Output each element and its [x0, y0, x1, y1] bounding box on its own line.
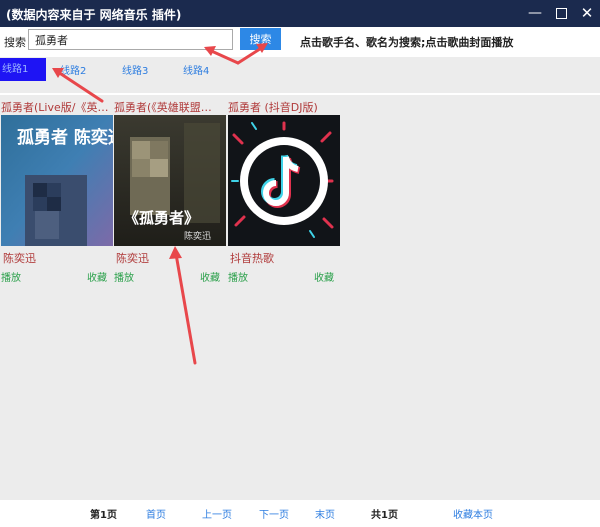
search-input[interactable]: [28, 29, 233, 50]
favorite-link[interactable]: 收藏: [200, 269, 220, 284]
song-artist[interactable]: 抖音热歌: [230, 250, 274, 266]
maximize-icon[interactable]: [550, 4, 572, 22]
album-cover-icon[interactable]: 孤勇者 陈奕迅: [1, 115, 113, 246]
tiktok-icon[interactable]: [228, 115, 340, 246]
total-pages: 共1页: [371, 510, 398, 521]
minimize-icon[interactable]: —: [524, 4, 546, 22]
play-link[interactable]: 播放: [228, 269, 248, 284]
song-title[interactable]: 孤勇者 (抖音DJ版): [228, 99, 340, 115]
last-page-link[interactable]: 末页: [315, 506, 335, 521]
divider: [0, 93, 600, 95]
search-bar: 搜索 搜索 点击歌手名、歌名为搜索;点击歌曲封面播放: [0, 27, 600, 57]
close-icon[interactable]: ✕: [576, 4, 598, 22]
tab-route-4[interactable]: 线路4: [183, 62, 209, 77]
play-link[interactable]: 播放: [1, 269, 21, 284]
search-label: 搜索: [4, 36, 26, 49]
arrow-to-cover: [174, 252, 197, 365]
current-page: 第1页: [90, 510, 117, 521]
tab-route-1[interactable]: 线路1: [0, 58, 47, 81]
tab-route-3[interactable]: 线路3: [122, 62, 148, 77]
search-hint: 点击歌手名、歌名为搜索;点击歌曲封面播放: [300, 36, 514, 49]
pager: 第1页 首页 上一页 下一页 末页 共1页 收藏本页: [0, 500, 600, 527]
song-artist[interactable]: 陈奕迅: [116, 250, 149, 266]
cover-text: 《孤勇者》: [124, 209, 199, 227]
route-tabs: 线路1 线路2 线路3 线路4: [0, 57, 600, 82]
arrow-head: [169, 246, 182, 259]
first-page-link[interactable]: 首页: [146, 506, 166, 521]
save-page-link[interactable]: 收藏本页: [453, 506, 493, 521]
favorite-link[interactable]: 收藏: [314, 269, 334, 284]
cover-text: 孤勇者 陈奕迅: [17, 127, 113, 148]
window-title: (数据内容来自于 网络音乐 插件): [6, 8, 182, 22]
song-title[interactable]: 孤勇者(Live版/《英…: [1, 99, 113, 115]
tab-route-2[interactable]: 线路2: [60, 62, 86, 77]
search-button[interactable]: 搜索: [240, 28, 281, 50]
song-artist[interactable]: 陈奕迅: [3, 250, 36, 266]
prev-page-link[interactable]: 上一页: [202, 506, 232, 521]
album-cover-icon[interactable]: 《孤勇者》 陈奕迅: [114, 115, 226, 246]
next-page-link[interactable]: 下一页: [259, 506, 289, 521]
song-title[interactable]: 孤勇者(《英雄联盟…: [114, 99, 226, 115]
cover-subtext: 陈奕迅: [184, 230, 211, 242]
play-link[interactable]: 播放: [114, 269, 134, 284]
title-bar: (数据内容来自于 网络音乐 插件) — ✕: [0, 0, 600, 27]
favorite-link[interactable]: 收藏: [87, 269, 107, 284]
